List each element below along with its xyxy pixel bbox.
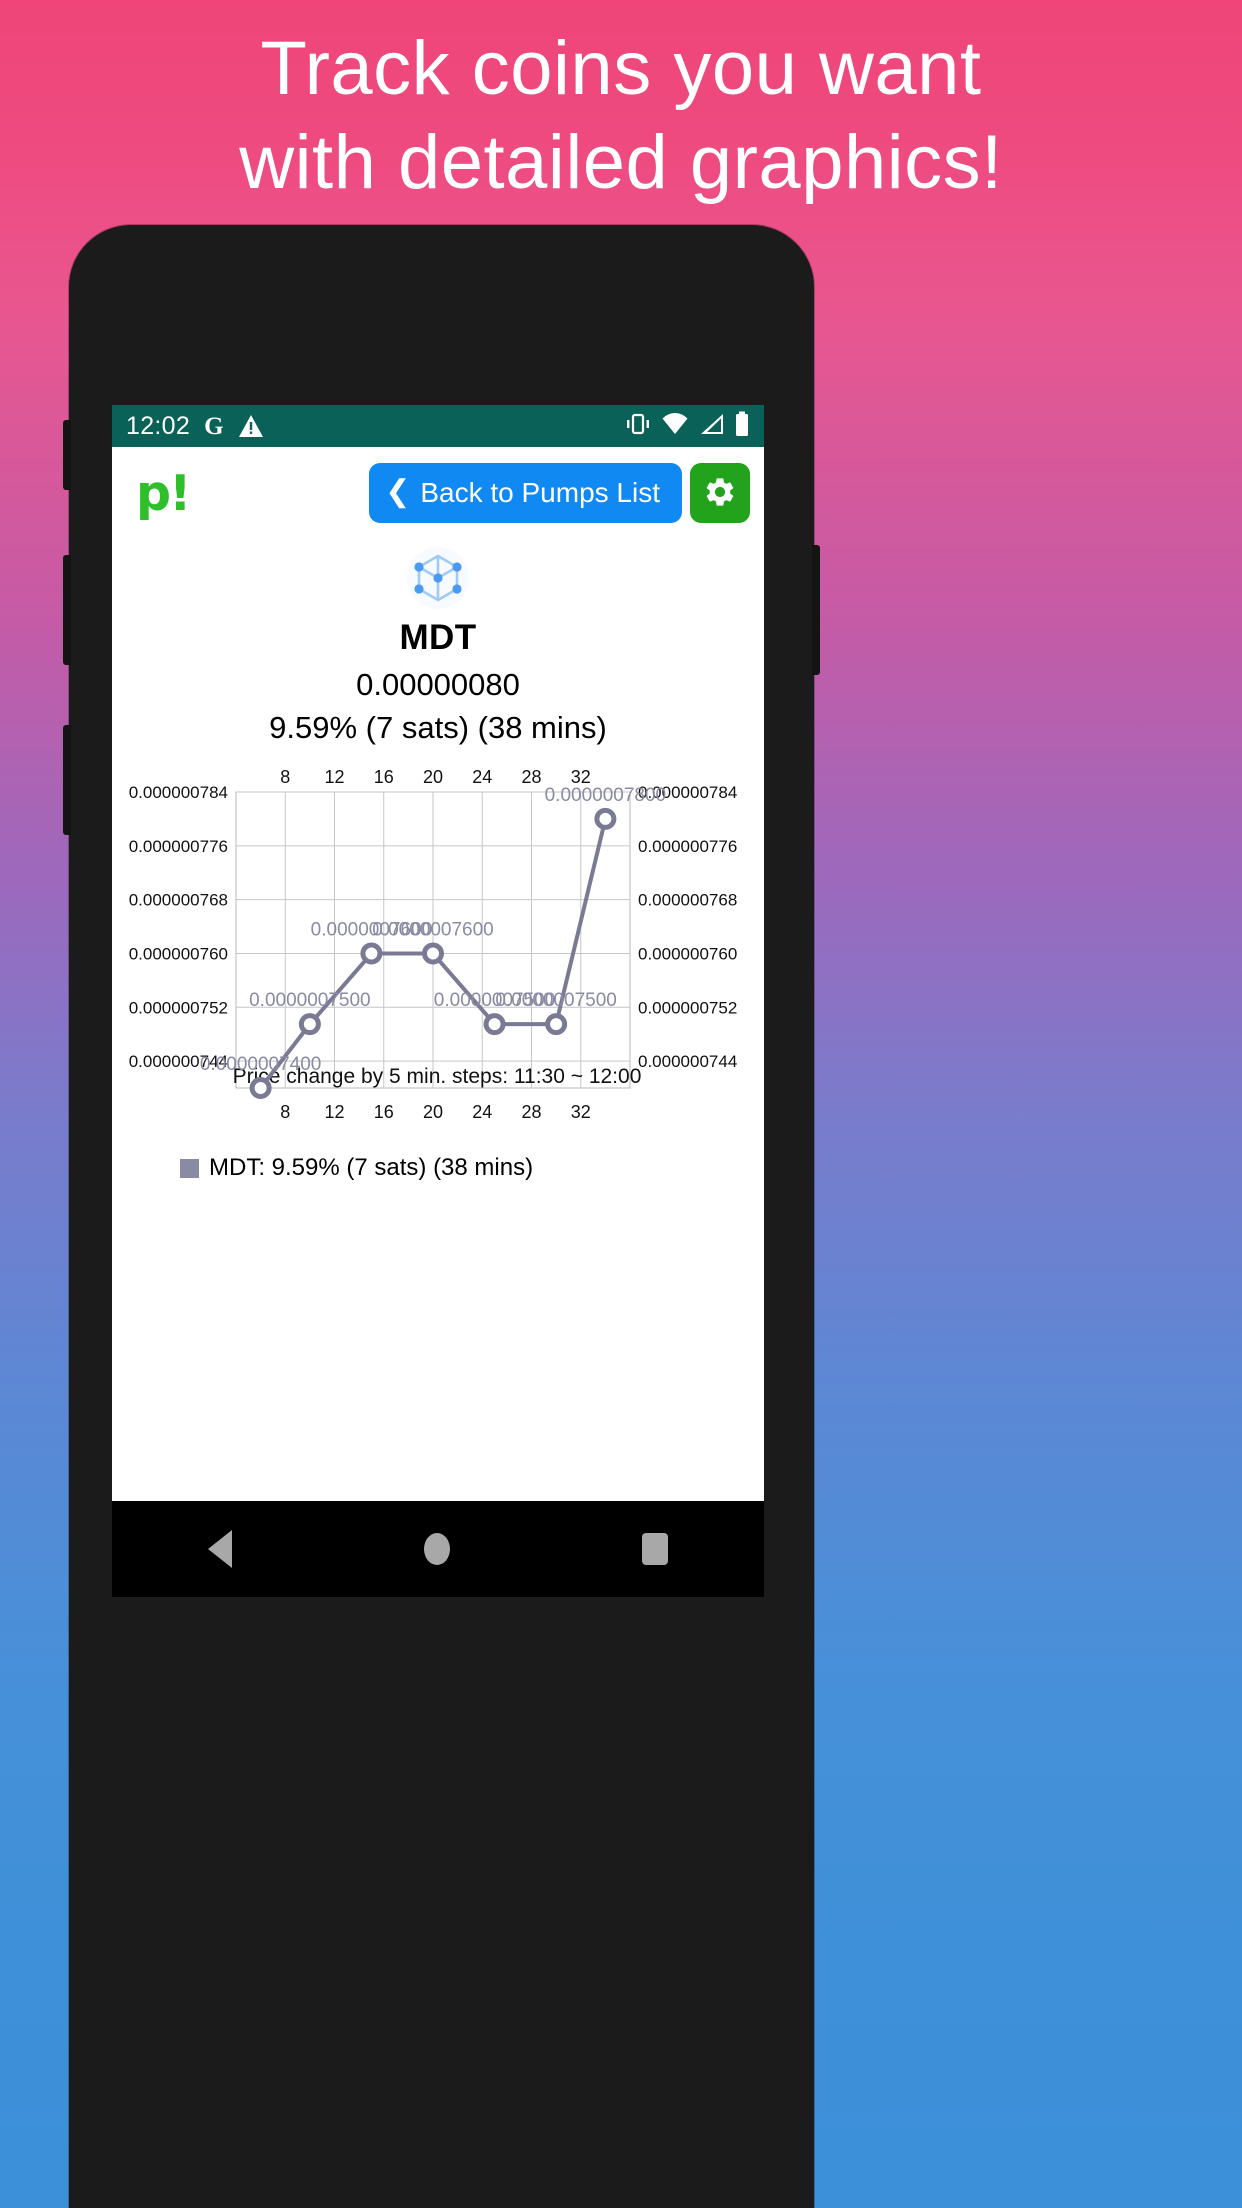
chart-data-point[interactable]	[360, 942, 383, 965]
price-chart-svg[interactable]: 0.000000744 0.0000007440.000000752 0.00000…	[118, 760, 758, 1156]
chart-point-label: 0.0000007800	[545, 785, 667, 806]
y-tick-label-left: 0.000000776	[129, 837, 228, 856]
gear-icon	[703, 475, 737, 512]
google-icon: G	[204, 412, 224, 440]
coin-price: 0.00000080	[356, 667, 520, 702]
x-tick-label-bottom: 8	[280, 1102, 290, 1122]
x-tick-label-bottom: 32	[571, 1102, 591, 1122]
legend-label: MDT: 9.59% (7 sats) (38 mins)	[209, 1154, 534, 1181]
chart-data-point[interactable]	[298, 1013, 321, 1036]
signal-icon	[699, 412, 725, 441]
coin-change: 9.59% (7 sats) (38 mins)	[269, 710, 607, 745]
price-chart[interactable]: 0.000000744 0.000000744 0.000000752 0.00000…	[112, 760, 764, 1156]
y-tick-label-left: 0.000000768	[129, 891, 228, 910]
x-tick-label-top: 24	[472, 767, 492, 787]
chart-data-point[interactable]	[483, 1013, 506, 1036]
phone-button-left-2	[63, 555, 71, 665]
promo-headline-line2: with detailed graphics!	[239, 120, 1003, 205]
chart-legend: MDT: 9.59% (7 sats) (38 mins)	[112, 1154, 764, 1182]
y-tick-label-right: 0.000000752	[638, 998, 737, 1017]
chevron-left-icon: ❮	[385, 475, 411, 508]
y-tick-label-left: 0.000000760	[129, 944, 228, 963]
x-tick-label-top: 8	[280, 767, 290, 787]
chart-data-point[interactable]	[594, 807, 617, 830]
status-right-icons	[625, 411, 750, 442]
x-tick-label-bottom: 24	[472, 1102, 492, 1122]
settings-button[interactable]	[690, 463, 750, 523]
y-tick-label-right: 0.000000768	[638, 891, 737, 910]
vibrate-icon	[625, 412, 651, 441]
promo-screenshot: Track coins you want with detailed graph…	[0, 0, 1242, 2208]
coin-symbol: MDT	[399, 618, 477, 657]
chart-point-label: 0.0000007500	[495, 990, 617, 1011]
app-logo: p!	[136, 464, 191, 522]
nav-back-icon[interactable]	[208, 1530, 232, 1568]
coin-summary: MDT 0.00000080 9.59% (7 sats) (38 mins)	[112, 539, 764, 746]
warning-triangle-icon	[238, 414, 264, 438]
chart-point-label: 0.0000007500	[249, 990, 371, 1011]
chart-point-label: 0.0000007400	[200, 1054, 322, 1075]
x-tick-label-bottom: 16	[374, 1102, 394, 1122]
mdt-cube-icon	[112, 545, 764, 616]
x-tick-label-top: 28	[521, 767, 541, 787]
back-to-pumps-list-button[interactable]: ❮ Back to Pumps List	[369, 463, 682, 523]
phone-button-left-3	[63, 725, 71, 835]
x-tick-label-bottom: 28	[521, 1102, 541, 1122]
phone-button-right	[812, 545, 820, 675]
legend-swatch	[180, 1158, 199, 1178]
back-button-label: Back to Pumps List	[420, 477, 660, 508]
phone-frame: 12:02 G p! ❮ Back to Pumps List MDT 0.00…	[63, 225, 820, 2208]
nav-home-icon[interactable]	[424, 1533, 450, 1565]
chart-data-point[interactable]	[422, 942, 444, 965]
phone-button-left-1	[63, 420, 71, 490]
x-tick-label-top: 20	[423, 767, 443, 787]
status-bar: 12:02 G	[112, 405, 764, 447]
chart-data-point[interactable]	[249, 1077, 272, 1099]
x-tick-label-top: 12	[324, 767, 344, 787]
nav-recents-icon[interactable]	[642, 1533, 668, 1565]
app-header: p! ❮ Back to Pumps List	[112, 447, 764, 539]
promo-headline-line1: Track coins you want	[260, 26, 982, 111]
battery-icon	[734, 411, 750, 442]
x-tick-label-bottom: 12	[324, 1102, 344, 1122]
y-tick-label-right: 0.000000744	[638, 1052, 737, 1071]
x-tick-label-bottom: 20	[423, 1102, 443, 1122]
y-tick-label-left: 0.000000752	[129, 998, 228, 1017]
chart-point-label: 0.0000007600	[372, 919, 494, 940]
android-nav-bar	[112, 1501, 764, 1597]
promo-headline: Track coins you want with detailed graph…	[0, 22, 1242, 210]
y-tick-label-right: 0.000000776	[638, 837, 737, 856]
y-tick-label-left: 0.000000784	[129, 783, 228, 802]
chart-data-point[interactable]	[545, 1013, 568, 1036]
y-tick-label-right: 0.000000760	[638, 944, 737, 963]
status-time: 12:02	[126, 411, 191, 440]
header-actions: ❮ Back to Pumps List	[369, 463, 750, 523]
phone-screen: 12:02 G p! ❮ Back to Pumps List MDT 0.00…	[112, 405, 764, 1501]
wifi-icon	[660, 412, 690, 441]
x-tick-label-top: 16	[374, 767, 394, 787]
